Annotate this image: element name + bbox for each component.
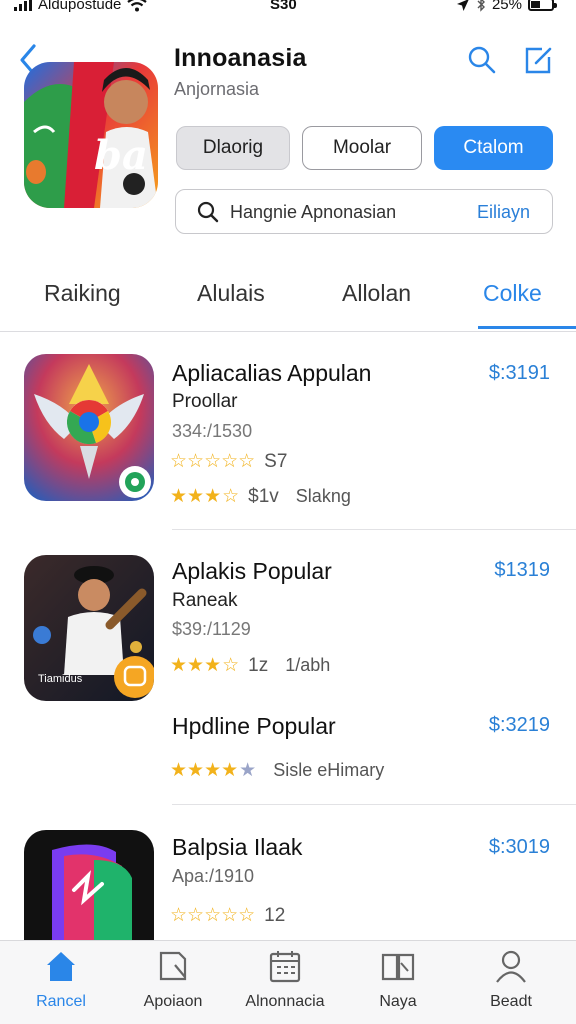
tabbar-item-3[interactable]: Alnonnacia (230, 949, 340, 1011)
segment-button-1[interactable]: Dlaorig (176, 126, 290, 170)
app-icon: ba (24, 62, 158, 208)
app-2-icon: Tiamidus (24, 555, 154, 701)
star-half-icon: ☆ (222, 655, 240, 676)
tabbar-item-2[interactable]: Apoiaon (118, 949, 228, 1011)
app-1-icon (24, 354, 154, 501)
book-icon (381, 953, 415, 981)
app-icon-text: ba (94, 132, 148, 179)
compose-icon[interactable] (522, 44, 554, 76)
star-outline-icon: ☆☆☆☆☆ (170, 905, 256, 926)
apps-icon (159, 951, 187, 981)
app-4-price[interactable]: $:3019 (489, 836, 550, 859)
app-3-rating-extra: Sisle eHimary (273, 760, 385, 780)
wifi-icon (127, 0, 148, 12)
app-3-price[interactable]: $:3219 (489, 714, 550, 737)
app-1-meta: 334:/1530 (172, 421, 253, 441)
segment-button-2[interactable]: Moolar (302, 126, 422, 170)
app-4-rating-1: ☆☆☆☆☆ 12 (170, 904, 285, 927)
row-divider (172, 804, 576, 805)
tab-1[interactable]: Raiking (44, 280, 121, 307)
app-1-rating-1-label: S7 (264, 450, 288, 472)
star-half-icon: ☆ (222, 486, 240, 507)
app-4-title: Balpsia Ilaak (172, 834, 303, 860)
search-field-icon (197, 201, 219, 223)
star-filled-icon: ★★★ (170, 486, 222, 507)
person-icon (496, 950, 526, 983)
search-input[interactable]: Hangnie Apnonasian (230, 202, 396, 223)
signal-icon (14, 0, 32, 11)
app-2-price[interactable]: $1319 (494, 559, 550, 582)
app-1-rating-2-label: $1v (248, 485, 279, 507)
search-icon[interactable] (466, 44, 498, 76)
segment-button-3[interactable]: Ctalom (434, 126, 553, 170)
app-2-title: Aplakis Popular (172, 558, 332, 584)
calendar-icon (269, 951, 301, 983)
status-right: 25% (456, 0, 557, 13)
page-subtitle: Anjornasia (174, 79, 260, 99)
app-2-rating-extra: 1/abh (285, 655, 331, 675)
tabbar-label-1: Rancel (36, 993, 86, 1010)
app-1-subtitle: Proollar (172, 391, 238, 412)
status-left: Aldupostude (14, 0, 148, 13)
battery-icon (528, 0, 557, 11)
battery-percent: 25% (491, 0, 522, 13)
app-4-rating-label: 12 (264, 904, 286, 926)
star-filled-icon: ★★★ (170, 655, 222, 676)
status-bar: Aldupostude S30 25% (0, 0, 576, 22)
tabbar-item-4[interactable]: Naya (343, 949, 453, 1011)
home-icon (47, 952, 75, 981)
app-3-title: Hpdline Popular (172, 713, 336, 739)
app-2-subtitle: Raneak (172, 590, 238, 611)
star-half-icon: ★ (239, 760, 257, 781)
search-bar[interactable]: Hangnie Apnonasian Eiliayn (175, 189, 553, 234)
row-divider (172, 529, 576, 530)
tabbar-item-1[interactable]: Rancel (6, 949, 116, 1011)
tab-3[interactable]: Allolan (342, 280, 411, 307)
app-1-rating-2: ★★★ ☆ $1v Slakng (170, 485, 351, 508)
tabbar-label-3: Alnonnacia (245, 993, 325, 1010)
app-4-meta: Apa:/1910 (172, 866, 255, 886)
status-time: S30 (270, 0, 297, 13)
bottom-tab-bar: Rancel Apoiaon Alnonnacia Naya Beadt (0, 940, 576, 1024)
app-2-rating-1: ★★★ ☆ 1z 1/abh (170, 654, 330, 677)
location-arrow-icon (456, 0, 469, 11)
app-1-price[interactable]: $:3191 (489, 362, 550, 385)
app-1-rating-2-extra: Slakng (295, 486, 351, 506)
bluetooth-icon (477, 0, 485, 12)
tab-4-active[interactable]: Colke (483, 280, 542, 307)
app-2-icon-caption: Tiamidus (38, 673, 83, 685)
tabbar-label-4: Naya (379, 993, 417, 1010)
app-1-title: Apliacalias Appulan (172, 360, 372, 386)
app-2-meta: $39:/1129 (172, 619, 251, 639)
page-title: Innoanasia (174, 44, 307, 72)
star-filled-icon: ★★★★ (170, 760, 239, 781)
star-outline-icon: ☆☆☆☆☆ (170, 451, 256, 472)
active-tab-indicator (478, 326, 576, 329)
app-2-rating-label: 1z (248, 654, 269, 676)
app-4-icon (24, 830, 154, 940)
tabbar-label-5: Beadt (490, 993, 532, 1010)
tabbar-label-2: Apoiaon (143, 993, 203, 1010)
tab-2[interactable]: Alulais (197, 280, 265, 307)
tabbar-item-5[interactable]: Beadt (456, 949, 566, 1011)
app-3-rating-1: ★★★★ ★ Sisle eHimary (170, 759, 384, 782)
search-action-link[interactable]: Eiliayn (477, 202, 530, 223)
carrier-label: Aldupostude (38, 0, 122, 13)
category-tabs: Raiking Alulais Allolan Colke (0, 258, 576, 332)
app-1-rating-1: ☆☆☆☆☆ S7 (170, 450, 287, 473)
